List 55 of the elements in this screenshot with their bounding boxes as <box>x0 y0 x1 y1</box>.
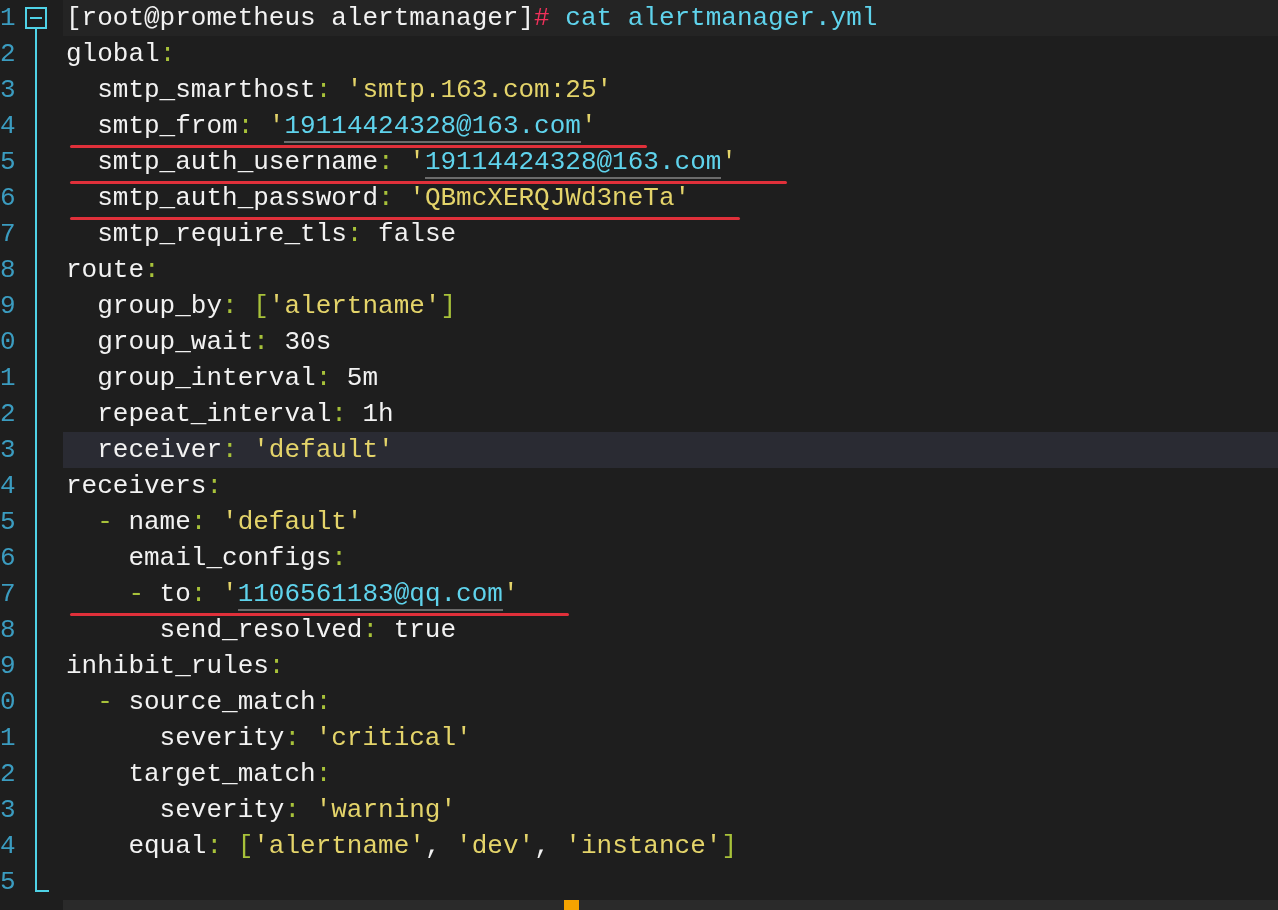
code-line: - source_match: <box>96 687 332 717</box>
code-line: - to: '1106561183@qq.com' <box>66 579 519 609</box>
code-line: target_match: <box>127 759 332 789</box>
line-number: 3 <box>0 794 17 827</box>
email-link[interactable]: 1106561183@qq.com <box>237 579 503 611</box>
fold-end-icon <box>35 880 49 892</box>
line-number: 8 <box>0 254 17 287</box>
line-number: 0 <box>0 686 17 719</box>
code-line: route: <box>66 255 160 285</box>
line-number: 6 <box>0 182 17 215</box>
code-line: smtp_require_tls: false <box>96 219 457 249</box>
line-number: 5 <box>0 866 17 899</box>
line-number: 5 <box>0 146 17 179</box>
line-number: 0 <box>0 326 17 359</box>
code-line: receivers: <box>66 471 223 501</box>
email-link[interactable]: 19114424328@163.com <box>284 111 581 143</box>
code-line: email_configs: <box>127 543 347 573</box>
code-line: severity: 'warning' <box>158 795 457 825</box>
line-number: 6 <box>0 542 17 575</box>
code-line: [root@prometheus alertmanager]# cat alertmanager.yml <box>66 3 878 33</box>
code-line: repeat_interval: 1h <box>96 399 394 429</box>
line-number: 4 <box>0 110 17 143</box>
code-line: severity: 'critical' <box>158 723 472 753</box>
code-line: smtp_smarthost: 'smtp.163.com:25' <box>96 75 613 105</box>
line-number: 1 <box>0 362 17 395</box>
code-line: smtp_from: '19114424328@163.com' <box>66 111 597 141</box>
code-line: smtp_auth_username: '19114424328@163.com' <box>66 147 737 177</box>
code-line: send_resolved: true <box>158 615 457 645</box>
code-line: group_interval: 5m <box>96 363 379 393</box>
line-number: 1 <box>0 2 17 35</box>
code-line: group_wait: 30s <box>96 327 332 357</box>
line-number: 7 <box>0 578 17 611</box>
collapse-icon[interactable] <box>25 7 47 29</box>
line-number: 7 <box>0 218 17 251</box>
code-line: group_by: ['alertname'] <box>96 291 457 321</box>
line-number: 2 <box>0 758 17 791</box>
line-number: 4 <box>0 470 17 503</box>
email-link[interactable]: 19114424328@163.com <box>424 147 722 179</box>
line-number: 9 <box>0 650 17 683</box>
code-line: - name: 'default' <box>96 507 363 537</box>
line-number: 8 <box>0 614 17 647</box>
code-line: smtp_auth_password: 'QBmcXERQJWd3neTa' <box>66 183 691 213</box>
line-number: 2 <box>0 398 17 431</box>
line-number: 4 <box>0 830 17 863</box>
line-number: 3 <box>0 434 17 467</box>
code-line: equal: ['alertname', 'dev', 'instance'] <box>127 831 737 861</box>
text-cursor <box>564 900 579 910</box>
code-line: receiver: 'default' <box>96 435 394 465</box>
code-line: global: <box>66 39 176 69</box>
line-number: 1 <box>0 722 17 755</box>
line-number: 3 <box>0 74 17 107</box>
line-number: 9 <box>0 290 17 323</box>
code-line: inhibit_rules: <box>66 651 285 681</box>
line-number: 2 <box>0 38 17 71</box>
line-number: 5 <box>0 506 17 539</box>
